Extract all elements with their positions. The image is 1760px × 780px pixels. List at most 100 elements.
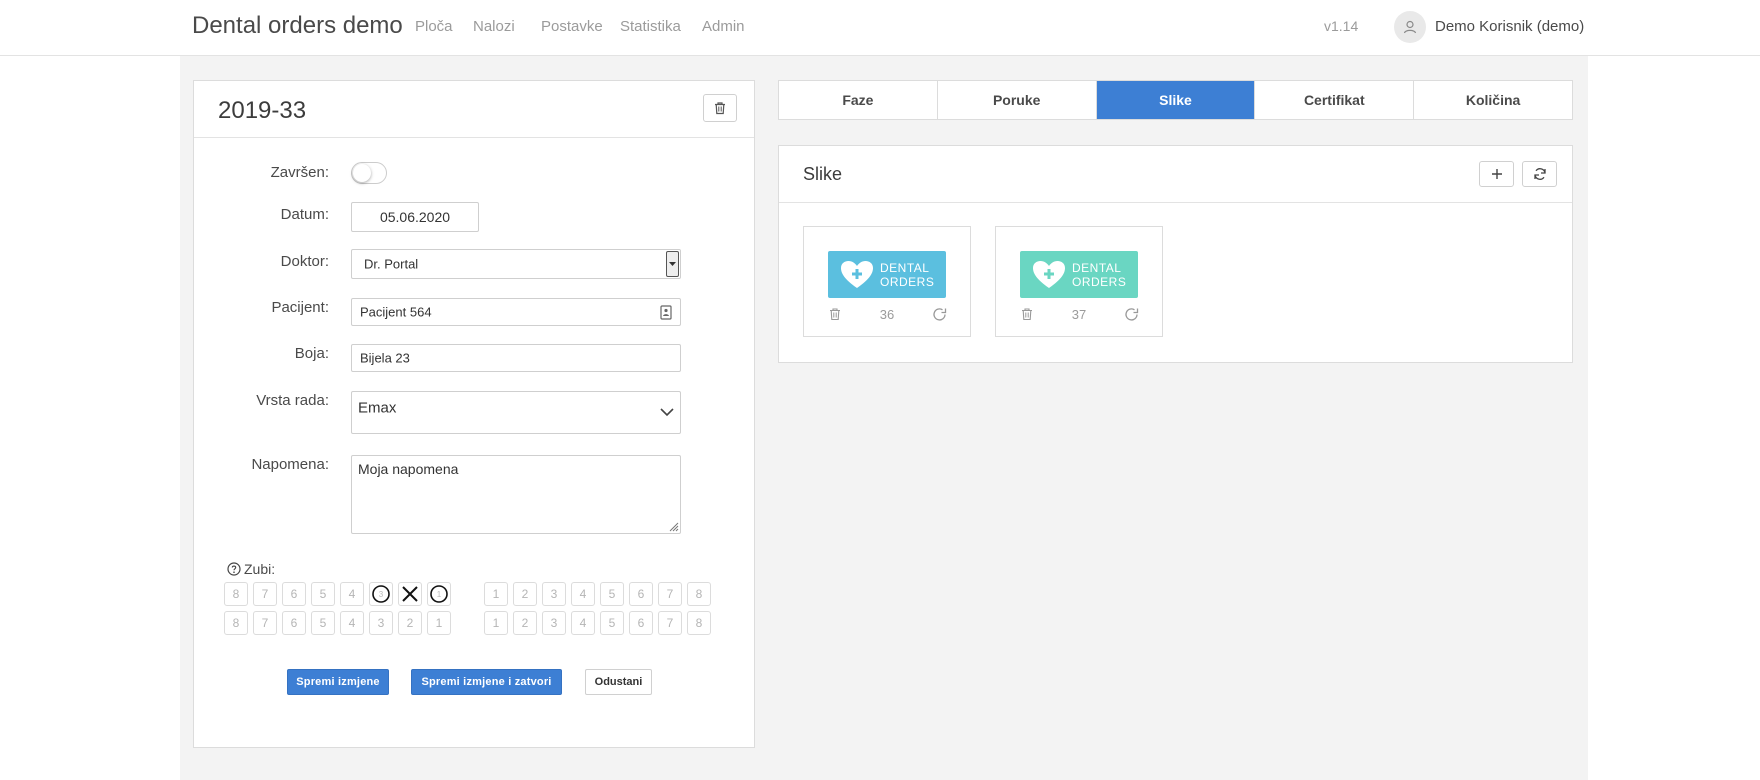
tooth-upper-right-8[interactable]: 8: [687, 582, 711, 606]
tab-kolicina[interactable]: Količina: [1414, 81, 1572, 119]
heart-cross-logo-icon: [1033, 260, 1065, 288]
tooth-upper-right-2[interactable]: 2: [513, 582, 537, 606]
tooth-number: 1: [437, 590, 442, 599]
tab-faze[interactable]: Faze: [779, 81, 938, 119]
images-header: Slike: [779, 146, 1572, 203]
refresh-images-button[interactable]: [1522, 161, 1557, 187]
zubi-label-row: Zubi:: [227, 561, 275, 577]
order-title: 2019-33: [218, 97, 307, 124]
image-thumbnail[interactable]: DENTAL ORDERS: [1020, 251, 1138, 298]
contact-card-icon[interactable]: [660, 305, 672, 320]
tooth-cross-marker-icon: [402, 586, 418, 602]
tooth-upper-right-7[interactable]: 7: [658, 582, 682, 606]
images-card: Slike DENTAL ORDERS 36 DENTAL ORDERS 37: [778, 145, 1573, 363]
label-boja: Boja:: [294, 345, 329, 362]
label-doktor: Doktor:: [280, 253, 329, 270]
save-and-close-button[interactable]: Spremi izmjene i zatvori: [411, 669, 562, 695]
tooth-lower-left-7[interactable]: 7: [253, 611, 277, 635]
tooth-upper-right-3[interactable]: 3: [542, 582, 566, 606]
image-card[interactable]: DENTAL ORDERS 37: [995, 226, 1163, 337]
order-form-card: 2019-33 Završen: Datum: 05.06.2020 Dokto…: [193, 80, 755, 748]
tooth-upper-left-4[interactable]: 4: [340, 582, 364, 606]
app-version: v1.14: [1324, 18, 1359, 34]
label-pacijent: Pacijent:: [271, 299, 329, 316]
datum-field[interactable]: 05.06.2020: [351, 202, 479, 232]
rotate-icon[interactable]: [1124, 307, 1139, 322]
datum-value: 05.06.2020: [379, 209, 451, 225]
tooth-upper-left-2[interactable]: [398, 582, 422, 606]
tooth-lower-left-2[interactable]: 2: [398, 611, 422, 635]
tooth-upper-right-5[interactable]: 5: [600, 582, 624, 606]
tooth-lower-right-6[interactable]: 6: [629, 611, 653, 635]
save-button[interactable]: Spremi izmjene: [287, 669, 389, 695]
tab-certifikat[interactable]: Certifikat: [1255, 81, 1415, 119]
tooth-lower-right-5[interactable]: 5: [600, 611, 624, 635]
tooth-lower-right-3[interactable]: 3: [542, 611, 566, 635]
tooth-upper-right-1[interactable]: 1: [484, 582, 508, 606]
tooth-lower-right-4[interactable]: 4: [571, 611, 595, 635]
plus-icon: [1491, 169, 1502, 179]
tooth-lower-left-4[interactable]: 4: [340, 611, 364, 635]
napomena-textarea[interactable]: Moja napomena: [351, 455, 681, 534]
tooth-lower-left-1[interactable]: 1: [427, 611, 451, 635]
cancel-button[interactable]: Odustani: [585, 669, 652, 695]
zavrsen-toggle[interactable]: [351, 162, 387, 184]
tooth-lower-left-3[interactable]: 3: [369, 611, 393, 635]
app-root: Dental orders demo Ploča Nalozi Postavke…: [0, 0, 1760, 780]
tab-slike[interactable]: Slike: [1096, 81, 1256, 119]
vrsta-rada-value: Emax: [358, 399, 397, 417]
add-image-button[interactable]: [1479, 161, 1514, 187]
tooth-lower-right-1[interactable]: 1: [484, 611, 508, 635]
pacijent-value: Pacijent 564: [360, 304, 432, 320]
doktor-dropdown-button[interactable]: [666, 251, 679, 277]
tooth-upper-left-3[interactable]: 3: [369, 582, 393, 606]
detail-tabs: Faze Poruke Slike Certifikat Količina: [778, 80, 1573, 120]
heart-cross-logo-icon: [841, 260, 873, 288]
nav-item-admin[interactable]: Admin: [702, 18, 745, 35]
avatar[interactable]: [1394, 11, 1426, 43]
tooth-upper-left-7[interactable]: 7: [253, 582, 277, 606]
help-circle-icon[interactable]: [227, 562, 241, 576]
app-title[interactable]: Dental orders demo: [192, 12, 403, 40]
image-thumbnail[interactable]: DENTAL ORDERS: [828, 251, 946, 298]
tooth-circle-marker-icon: 1: [430, 585, 448, 603]
label-napomena: Napomena:: [251, 456, 329, 473]
tooth-upper-left-5[interactable]: 5: [311, 582, 335, 606]
tooth-lower-left-5[interactable]: 5: [311, 611, 335, 635]
tooth-upper-left-6[interactable]: 6: [282, 582, 306, 606]
user-icon: [1403, 20, 1417, 34]
toggle-knob: [353, 164, 371, 182]
nav-item-statistika[interactable]: Statistika: [620, 18, 681, 35]
images-title: Slike: [803, 164, 843, 184]
nav-item-ploca[interactable]: Ploča: [415, 18, 453, 35]
pacijent-field[interactable]: Pacijent 564: [351, 298, 681, 326]
label-datum: Datum:: [280, 206, 329, 223]
logo-text: DENTAL ORDERS: [880, 260, 935, 289]
user-name[interactable]: Demo Korisnik (demo): [1435, 18, 1584, 35]
tooth-upper-left-8[interactable]: 8: [224, 582, 248, 606]
nav-item-postavke[interactable]: Postavke: [541, 18, 603, 35]
label-vrsta-rada: Vrsta rada:: [256, 392, 329, 409]
rotate-icon[interactable]: [932, 307, 947, 322]
delete-order-button[interactable]: [703, 94, 737, 122]
tooth-upper-left-1[interactable]: 1: [427, 582, 451, 606]
nav-item-nalozi[interactable]: Nalozi: [473, 18, 515, 35]
image-card[interactable]: DENTAL ORDERS 36: [803, 226, 971, 337]
tooth-lower-right-8[interactable]: 8: [687, 611, 711, 635]
tooth-lower-right-2[interactable]: 2: [513, 611, 537, 635]
resize-handle-icon[interactable]: [667, 520, 679, 532]
vrsta-rada-select[interactable]: Emax: [351, 391, 681, 434]
tab-poruke[interactable]: Poruke: [938, 81, 1097, 119]
tooth-lower-left-6[interactable]: 6: [282, 611, 306, 635]
refresh-icon: [1533, 168, 1546, 180]
doktor-select[interactable]: Dr. Portal: [351, 249, 681, 279]
tooth-upper-right-4[interactable]: 4: [571, 582, 595, 606]
tooth-lower-left-8[interactable]: 8: [224, 611, 248, 635]
tooth-lower-right-7[interactable]: 7: [658, 611, 682, 635]
trash-icon: [715, 102, 725, 115]
tooth-upper-right-6[interactable]: 6: [629, 582, 653, 606]
napomena-value: Moja napomena: [358, 461, 459, 477]
doktor-value: Dr. Portal: [364, 256, 419, 272]
logo-text: DENTAL ORDERS: [1072, 260, 1127, 289]
boja-field[interactable]: Bijela 23: [351, 344, 681, 372]
